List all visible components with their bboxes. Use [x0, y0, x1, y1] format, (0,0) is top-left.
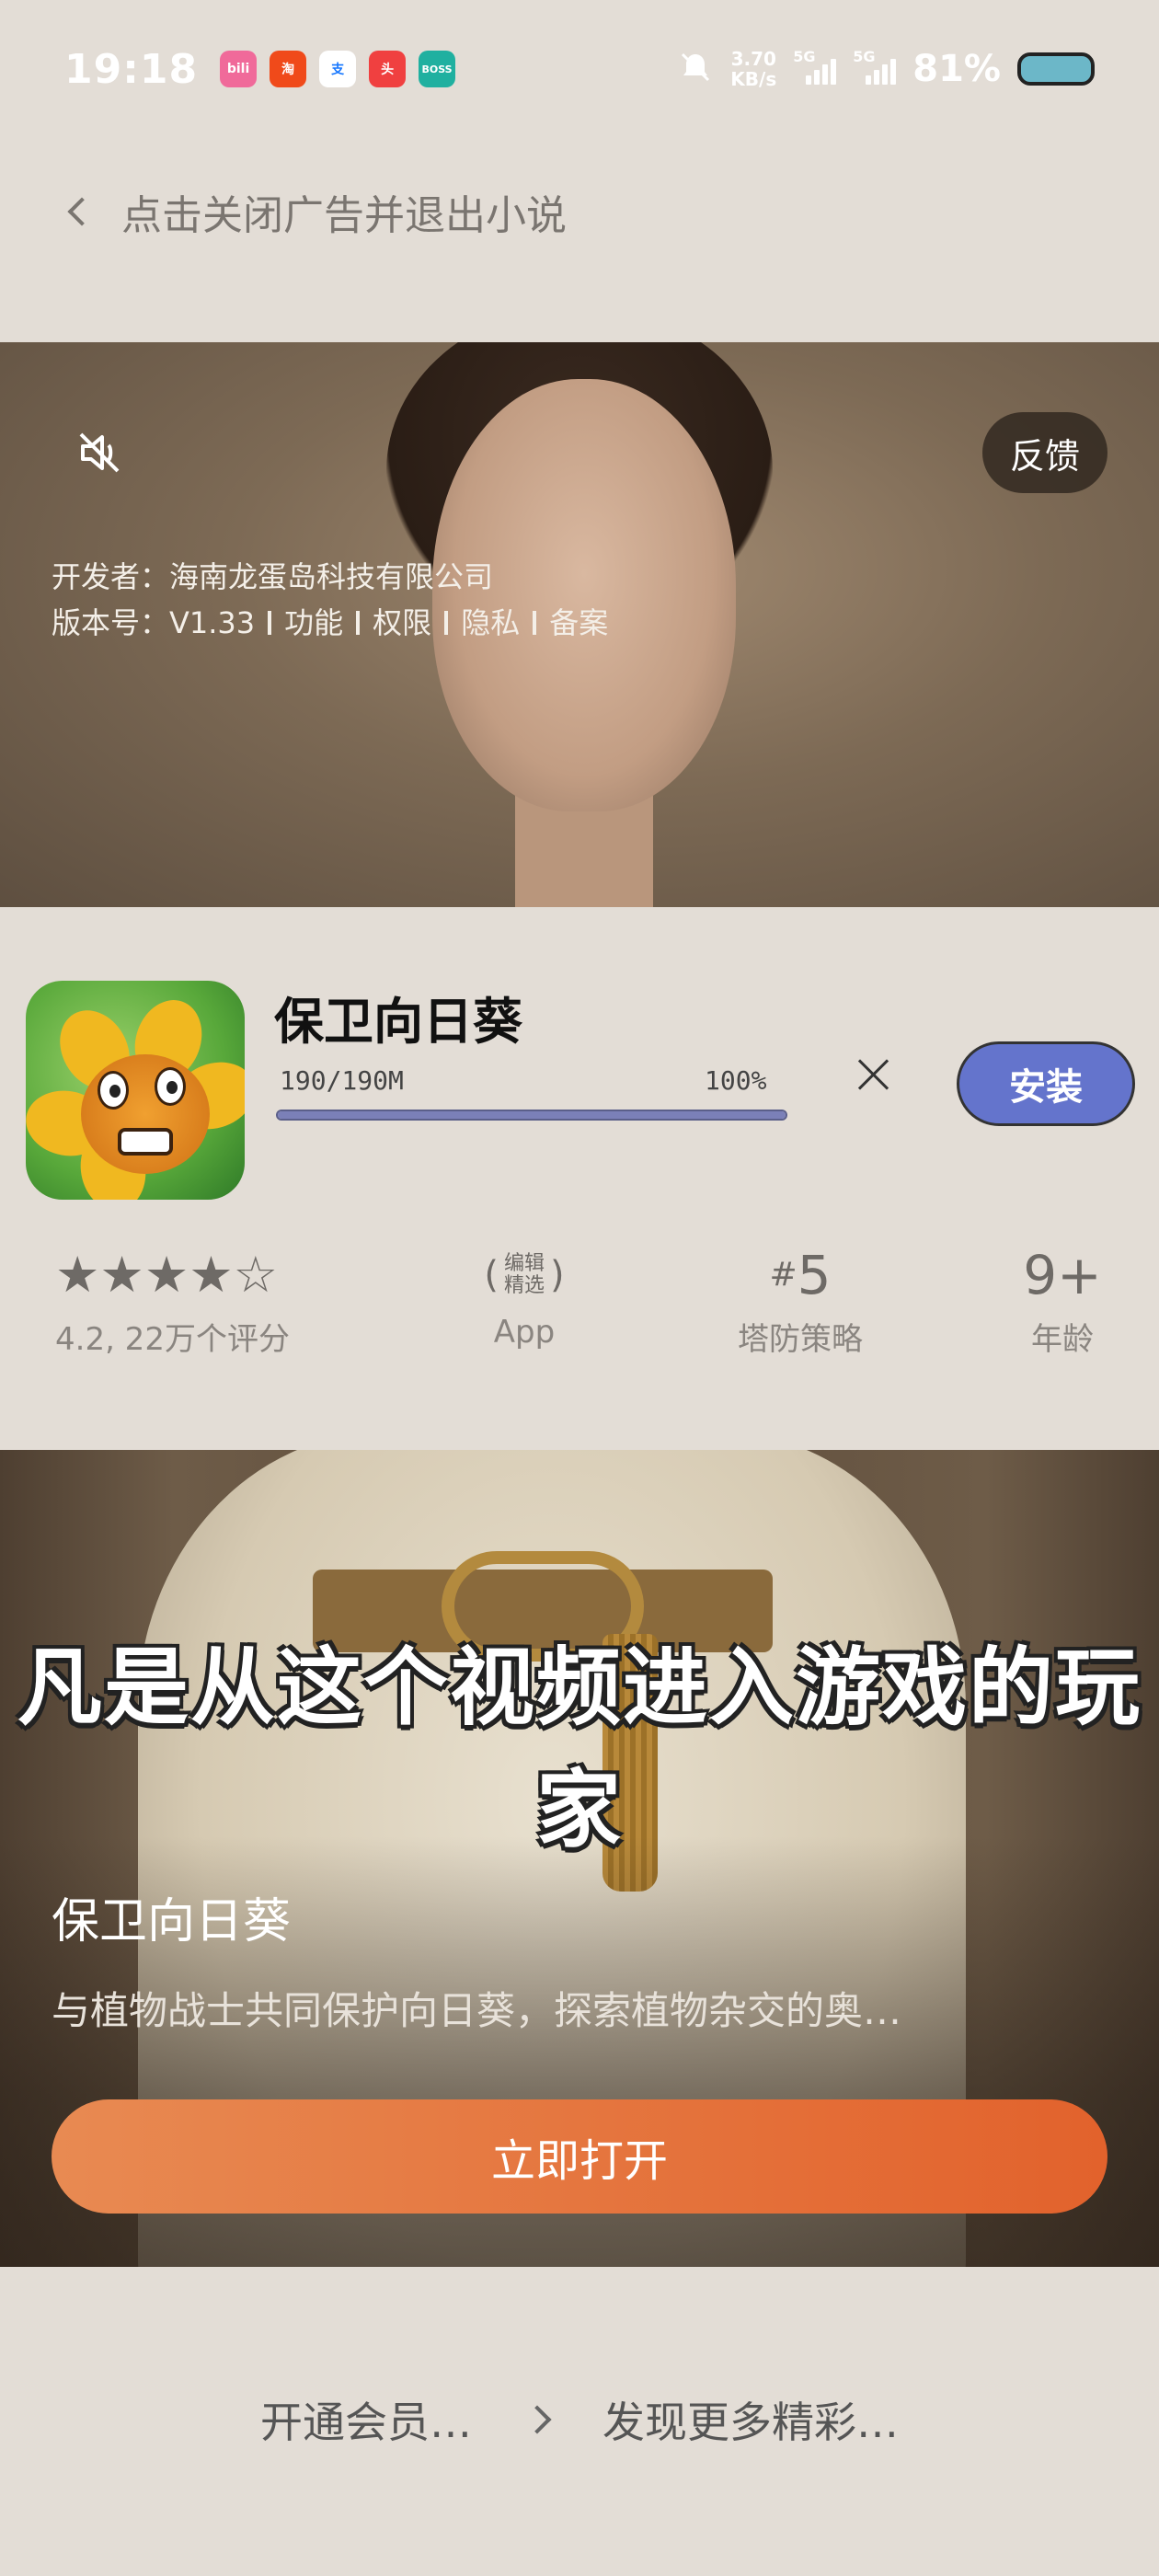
net-speed-value: 3.70: [730, 48, 776, 70]
star-rating-icon: ★★★★☆: [55, 1246, 279, 1304]
speaker-muted-icon: [79, 432, 120, 473]
close-icon[interactable]: [854, 1054, 894, 1095]
editor-sub: App: [493, 1314, 556, 1351]
game-description: 与植物战士共同保护向日葵，探索植物杂交的奥…: [52, 1988, 902, 2033]
rating-text: 4.2, 22万个评分: [55, 1321, 290, 1358]
developer-info: 开发者：海南龙蛋岛科技有限公司 版本号：V1.33 功能 权限 隐私 备案: [52, 554, 608, 646]
stat-rank: #5 塔防策略: [727, 1248, 874, 1359]
taobao-app-icon: 淘: [270, 51, 307, 87]
mute-button[interactable]: [72, 425, 127, 480]
close-ad-label: 点击关闭广告并退出小说: [121, 192, 567, 239]
signal-icon-2: 5G: [853, 48, 897, 85]
rank-value-line: #5: [727, 1248, 874, 1303]
stat-age: 9+ 年龄: [1012, 1248, 1113, 1359]
bell-mute-icon: [677, 49, 714, 89]
divider: [356, 611, 361, 635]
version-line: 版本号：V1.33 功能 权限 隐私 备案: [52, 600, 608, 646]
stat-rating: ★★★★☆ 4.2, 22万个评分: [55, 1248, 290, 1359]
download-size: 190/190M: [280, 1065, 404, 1096]
link-privacy[interactable]: 隐私: [461, 600, 520, 646]
toutiao-app-icon: 头: [369, 51, 407, 87]
footer-links: 开通会员… 发现更多精彩…: [0, 2364, 1159, 2475]
rank-hash: #: [769, 1256, 798, 1294]
net-speed: 3.70 KB/s: [730, 49, 776, 89]
status-time: 19:18: [64, 45, 199, 93]
status-bar: 19:18 bili 淘 支 头 BOSS 3.70 KB/s 5G 5G 81…: [0, 0, 1159, 138]
ad-video-top[interactable]: 反馈 开发者：海南龙蛋岛科技有限公司 版本号：V1.33 功能 权限 隐私 备案: [0, 342, 1159, 907]
battery-percent: 81%: [912, 48, 1001, 90]
chevron-right-icon: [522, 2405, 552, 2434]
sunflower-app-icon[interactable]: [26, 981, 245, 1200]
chevron-left-icon: [67, 197, 97, 226]
bilibili-app-icon: bili: [220, 51, 258, 87]
signal-2-label: 5G: [853, 48, 876, 65]
close-ad-back-button[interactable]: 点击关闭广告并退出小说: [67, 184, 567, 239]
download-progress-bar: [276, 1110, 787, 1121]
divider: [268, 611, 272, 635]
status-app-icons: bili 淘 支 头 BOSS: [220, 51, 456, 87]
alipay-app-icon: 支: [319, 51, 357, 87]
download-progress-fill: [278, 1111, 786, 1119]
app-title: 保卫向日葵: [274, 993, 522, 1051]
laurel-icon: ( 编辑 精选 ): [484, 1252, 565, 1297]
editor-line1: 编辑: [503, 1252, 545, 1275]
net-speed-unit: KB/s: [730, 68, 777, 90]
rank-category: 塔防策略: [738, 1321, 863, 1358]
divider: [533, 611, 537, 635]
divider: [444, 611, 449, 635]
open-now-button[interactable]: 立即打开: [52, 2099, 1107, 2214]
ad-video-bottom[interactable]: 凡是从这个视频进入游戏的玩家 保卫向日葵 与植物战士共同保护向日葵，探索植物杂交…: [0, 1450, 1159, 2267]
app-stats: ★★★★☆ 4.2, 22万个评分 ( 编辑 精选 ) App #5 塔防策略 …: [0, 1248, 1159, 1376]
boss-app-icon: BOSS: [419, 51, 456, 87]
age-value: 9+: [1023, 1244, 1102, 1306]
signal-1-label: 5G: [793, 48, 816, 65]
signal-icon-1: 5G: [793, 48, 837, 85]
status-indicators: 3.70 KB/s 5G 5G 81%: [677, 48, 1095, 90]
discover-more-link[interactable]: 发现更多精彩…: [602, 2389, 899, 2450]
link-features[interactable]: 功能: [284, 600, 343, 646]
membership-link[interactable]: 开通会员…: [260, 2389, 472, 2450]
feedback-button[interactable]: 反馈: [981, 412, 1107, 493]
age-label: 年龄: [1031, 1321, 1094, 1358]
battery-icon: [1017, 52, 1095, 86]
version-label: 版本号：V1.33: [52, 605, 256, 640]
video-caption: 凡是从这个视频进入游戏的玩家: [17, 1639, 1142, 1859]
game-name: 保卫向日葵: [52, 1894, 292, 1949]
developer-line: 开发者：海南龙蛋岛科技有限公司: [52, 559, 494, 594]
link-filing[interactable]: 备案: [549, 600, 608, 646]
install-button[interactable]: 安装: [957, 1041, 1135, 1126]
stat-editor-choice: ( 编辑 精选 ) App: [460, 1248, 589, 1351]
app-download-card: 保卫向日葵 190/190M 100% 安装 ★★★★☆ 4.2, 22万个评分…: [0, 907, 1159, 1450]
download-percent: 100%: [705, 1065, 767, 1096]
rank-value: 5: [797, 1244, 832, 1306]
link-permissions[interactable]: 权限: [373, 600, 431, 646]
editor-line2: 精选: [503, 1274, 545, 1297]
